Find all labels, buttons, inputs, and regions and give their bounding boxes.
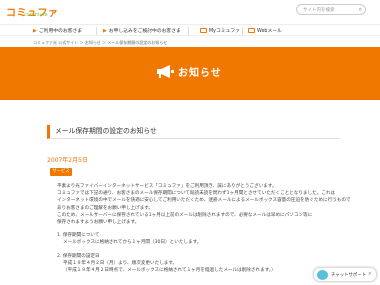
global-nav: ▶ ご利用中のお客さま ▶ お申し込みをご検討中のお客さま Myコミュファ We… bbox=[0, 24, 380, 36]
arrow-icon: ▶ bbox=[103, 27, 107, 34]
page-banner: お知らせ bbox=[0, 47, 380, 100]
nav-divider bbox=[242, 27, 243, 35]
body-line: 1. 保存期間について bbox=[57, 233, 100, 239]
mail-icon bbox=[248, 28, 255, 33]
chat-label: チャットサポート bbox=[331, 273, 367, 278]
nav-item-prospective-customers[interactable]: ▶ お申し込みをご検討中のお客さま bbox=[103, 25, 181, 36]
body-line: 平素より光ファイバーインターネットサービス「コミュファ」をご利用頂き、誠にありが… bbox=[57, 184, 277, 189]
nav-divider bbox=[96, 27, 97, 35]
post-date: 2007年2月5日 bbox=[47, 157, 88, 164]
close-icon[interactable]: × bbox=[368, 271, 372, 277]
nav-label: Myコミュファ bbox=[209, 29, 240, 34]
category-badge: サービス bbox=[50, 168, 72, 176]
search-placeholder: サイト内を検索 bbox=[303, 8, 335, 13]
chat-support-widget[interactable]: チャットサポート × bbox=[313, 267, 377, 282]
site-search-input[interactable]: サイト内を検索 ⌕ bbox=[296, 4, 366, 15]
banner-title: お知らせ bbox=[178, 68, 222, 79]
body-line: このため、メールサーバーに保存されている1ヶ月以上前のメールは削除されますので、… bbox=[57, 212, 313, 218]
body-line: ありお客さまのご理解をお願い申し上げます。 bbox=[57, 205, 154, 211]
body-line: 2. 保存期間の設定日 bbox=[57, 253, 100, 259]
logo-subtext: commufa bbox=[24, 12, 48, 18]
nav-label: ご利用中のお客さま bbox=[38, 29, 83, 34]
nav-item-my-commufa[interactable]: Myコミュファ bbox=[200, 25, 240, 36]
commufa-logo[interactable]: コミュファ commufa bbox=[6, 3, 59, 19]
megaphone-icon bbox=[157, 65, 174, 78]
body-line: （平成１９年４月２日時点で、メールボックスに格納されて１ヶ月を経過したメールは削… bbox=[63, 268, 276, 274]
arrow-icon: ▶ bbox=[33, 27, 37, 34]
body-line: メールボックスに格納されてから１ヶ月間（30日）といたします。 bbox=[63, 240, 202, 246]
breadcrumb[interactable]: コミュファ光 公式サイト ＞ お知らせ ＞ メール保存期間の設定のお知らせ bbox=[33, 40, 167, 46]
nav-item-webmail[interactable]: Webメール bbox=[248, 25, 282, 36]
user-icon bbox=[200, 28, 207, 33]
body-line: 平成１９年４月２日（月）より、順次変更いたします。 bbox=[63, 260, 178, 266]
body-line: 保存されますようお願い申し上げます。 bbox=[57, 220, 140, 226]
site-header: コミュファ commufa サイト内を検索 ⌕ bbox=[0, 0, 380, 22]
page-title: メール保存期間の設定のお知らせ bbox=[47, 125, 339, 139]
nav-label: お申し込みをご検討中のお客さま bbox=[108, 29, 181, 34]
body-line: インターネット環境の中でメールを快適に安心してご利用いただくため、迷惑メールによ… bbox=[57, 198, 351, 204]
chat-avatar-icon bbox=[317, 270, 328, 280]
nav-item-current-customers[interactable]: ▶ ご利用中のお客さま bbox=[33, 25, 82, 36]
search-icon[interactable]: ⌕ bbox=[359, 6, 362, 14]
body-line: コミュファでは下記の通り、お客さまのメール保存期間について既読未読を問わず1ヶ月… bbox=[57, 191, 336, 197]
article-body: 平素より光ファイバーインターネットサービス「コミュファ」をご利用頂き、誠にありが… bbox=[57, 183, 351, 274]
nav-divider bbox=[188, 27, 189, 35]
nav-label: Webメール bbox=[257, 29, 282, 34]
